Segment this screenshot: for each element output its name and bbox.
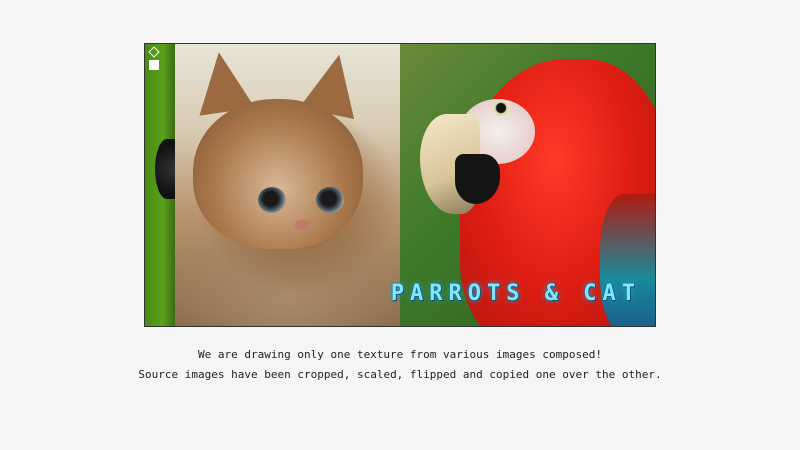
parrot-wing <box>600 194 655 326</box>
cat-head <box>193 99 363 249</box>
composed-texture-canvas: PARROTS & CAT <box>144 43 656 327</box>
caption-line-2: Source images have been cropped, scaled,… <box>138 368 662 381</box>
cat-nose <box>295 220 309 230</box>
parrot-eye <box>492 99 510 117</box>
square-icon[interactable] <box>149 60 159 70</box>
canvas-title: PARROTS & CAT <box>390 281 641 306</box>
cat-left-eye <box>258 187 286 213</box>
corner-controls <box>148 46 161 74</box>
flipped-parrot-strip <box>145 44 179 326</box>
caption-line-1: We are drawing only one texture from var… <box>198 348 602 361</box>
cat-right-eye <box>316 187 344 213</box>
cat-image <box>175 44 400 326</box>
diamond-outline-icon[interactable] <box>148 46 160 58</box>
